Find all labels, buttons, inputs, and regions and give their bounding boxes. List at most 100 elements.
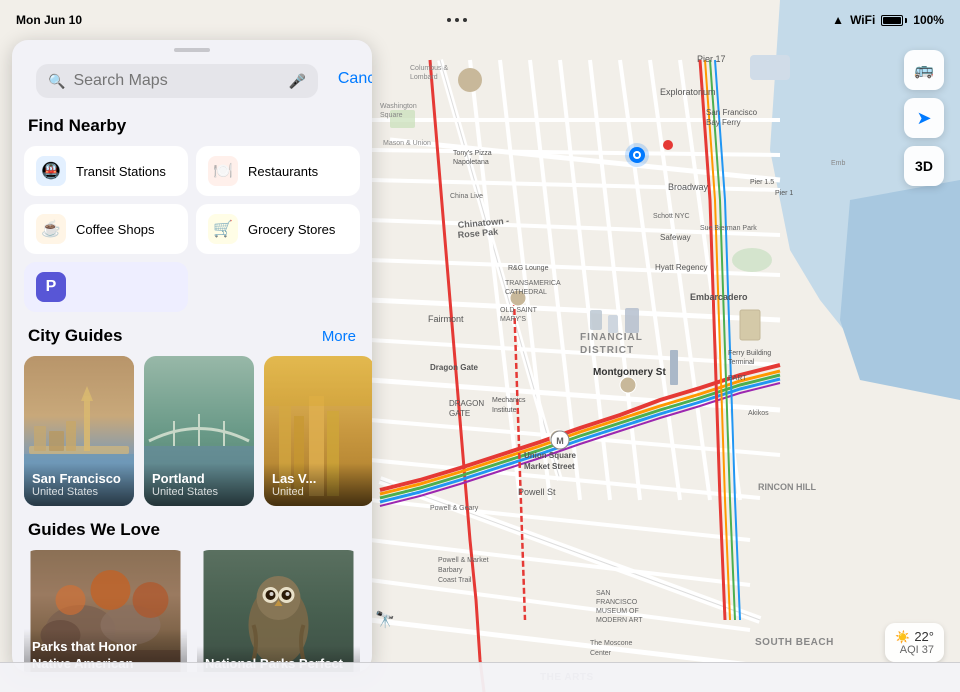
svg-text:Mechanics: Mechanics <box>492 397 526 404</box>
svg-text:Square: Square <box>380 112 403 119</box>
city-sf-overlay: San Francisco United States <box>24 463 134 506</box>
guides-we-love-section: Parks that Honor Native American History <box>12 550 372 672</box>
nearby-coffee[interactable]: ☕ Coffee Shops <box>24 204 188 254</box>
coffee-nearby-icon: ☕ <box>36 214 66 244</box>
svg-text:🔭: 🔭 <box>375 610 395 629</box>
svg-text:Hyatt Regency: Hyatt Regency <box>655 263 707 272</box>
svg-text:The Moscone: The Moscone <box>590 640 633 647</box>
svg-text:Bay Ferry: Bay Ferry <box>706 118 741 127</box>
search-input[interactable] <box>73 72 280 90</box>
temperature: 22° <box>914 629 934 644</box>
svg-text:Pier 17: Pier 17 <box>697 54 726 64</box>
svg-text:R&G Lounge: R&G Lounge <box>508 265 549 272</box>
svg-text:Washington: Washington <box>380 103 417 110</box>
location-button[interactable]: ➤ <box>904 98 944 138</box>
nearby-transit[interactable]: 🚇 Transit Stations <box>24 146 188 196</box>
city-card-lasvegas[interactable]: Las V... United <box>264 356 372 506</box>
restaurants-label: Restaurants <box>248 164 318 179</box>
city-lv-overlay: Las V... United <box>264 463 372 506</box>
svg-text:SOUTH BEACH: SOUTH BEACH <box>755 637 834 648</box>
status-right: ▲ WiFi 100% <box>832 13 944 27</box>
svg-text:Sue Bierman Park: Sue Bierman Park <box>700 225 757 232</box>
svg-text:Emb: Emb <box>831 160 846 167</box>
svg-text:FINANCIAL: FINANCIAL <box>580 332 643 343</box>
svg-text:Coast Trail: Coast Trail <box>438 577 472 584</box>
coffee-label: Coffee Shops <box>76 222 155 237</box>
svg-text:Lombard: Lombard <box>410 74 438 81</box>
svg-text:DISTRICT: DISTRICT <box>580 345 634 356</box>
love-card-parks[interactable]: Parks that Honor Native American History <box>24 550 187 672</box>
svg-text:Montgomery St: Montgomery St <box>593 367 666 378</box>
grocery-nearby-icon: 🛒 <box>208 214 238 244</box>
city-card-portland[interactable]: Portland United States <box>144 356 254 506</box>
threed-button[interactable]: 3D <box>904 146 944 186</box>
svg-text:Powell & Market: Powell & Market <box>438 557 489 564</box>
svg-text:Institute: Institute <box>492 407 517 414</box>
location-icon: ➤ <box>916 108 931 129</box>
svg-text:DRAGON: DRAGON <box>449 399 484 408</box>
svg-text:M: M <box>556 436 564 446</box>
city-guides-scroll[interactable]: San Francisco United States <box>12 356 372 506</box>
mic-icon[interactable]: 🎤 <box>288 73 305 90</box>
svg-text:GATE: GATE <box>449 409 470 418</box>
svg-text:Fairmont: Fairmont <box>428 314 464 324</box>
svg-text:Embarcadero: Embarcadero <box>690 292 748 302</box>
svg-text:MODERN ART: MODERN ART <box>596 617 643 624</box>
threed-label: 3D <box>915 158 933 174</box>
battery-icon <box>881 15 907 26</box>
svg-text:RINCON HILL: RINCON HILL <box>758 482 816 492</box>
svg-text:Barbary: Barbary <box>438 567 463 574</box>
svg-text:BART: BART <box>728 375 747 382</box>
nearby-restaurants[interactable]: 🍽️ Restaurants <box>196 146 360 196</box>
guides-we-love-header: Guides We Love <box>12 506 372 550</box>
nearby-grocery[interactable]: 🛒 Grocery Stores <box>196 204 360 254</box>
transit-nearby-icon: 🚇 <box>36 156 66 186</box>
status-bar: Mon Jun 10 ▲ WiFi 100% <box>0 8 960 32</box>
city-portland-country: United States <box>152 486 246 498</box>
search-bar[interactable]: 🔍 🎤 <box>36 64 318 98</box>
aqi-label: AQI 37 <box>895 644 934 656</box>
city-sf-country: United States <box>32 486 126 498</box>
weather-badge: ☀️ 22° AQI 37 <box>885 623 944 662</box>
love-grid: Parks that Honor Native American History <box>24 550 360 672</box>
svg-text:TRANSAMERICA: TRANSAMERICA <box>505 280 561 287</box>
transit-icon: 🚌 <box>914 60 934 80</box>
svg-text:OLD SAINT: OLD SAINT <box>500 307 538 314</box>
status-time: Mon Jun 10 <box>16 13 82 27</box>
search-icon: 🔍 <box>48 73 65 90</box>
status-dots <box>447 18 467 22</box>
signal-icon: ▲ <box>832 13 844 27</box>
city-card-sf[interactable]: San Francisco United States <box>24 356 134 506</box>
nearby-grid: 🚇 Transit Stations 🍽️ Restaurants ☕ Coff… <box>12 146 372 312</box>
svg-text:SAN: SAN <box>596 590 610 597</box>
guides-we-love-title: Guides We Love <box>28 520 160 540</box>
svg-text:Schott NYC: Schott NYC <box>653 213 690 220</box>
city-guides-header: City Guides More <box>12 312 372 356</box>
parking-nearby-icon: P <box>36 272 66 302</box>
svg-text:Ferry Building: Ferry Building <box>728 350 771 357</box>
svg-text:Union Square: Union Square <box>524 451 577 460</box>
svg-text:Powell & Geary: Powell & Geary <box>430 505 479 512</box>
cancel-button[interactable]: Cancel <box>338 70 372 88</box>
transit-button[interactable]: 🚌 <box>904 50 944 90</box>
city-lv-country: United <box>272 486 366 498</box>
svg-text:Napoletana: Napoletana <box>453 159 489 166</box>
svg-text:Market Street: Market Street <box>524 462 575 471</box>
restaurants-nearby-icon: 🍽️ <box>208 156 238 186</box>
sun-icon: ☀️ <box>895 630 910 644</box>
svg-text:Akikos: Akikos <box>748 410 769 417</box>
svg-text:Broadway: Broadway <box>668 182 709 192</box>
svg-text:FRANCISCO: FRANCISCO <box>596 599 638 606</box>
panel-content[interactable]: Find Nearby 🚇 Transit Stations 🍽️ Restau… <box>12 102 372 672</box>
svg-text:Powell St: Powell St <box>518 487 556 497</box>
wifi-icon: WiFi <box>850 13 875 27</box>
svg-text:Dragon Gate: Dragon Gate <box>430 363 479 372</box>
love-card-birds[interactable]: National Parks Perfect for Birdwatching <box>197 550 360 672</box>
svg-text:China Live: China Live <box>450 193 483 200</box>
grocery-label: Grocery Stores <box>248 222 335 237</box>
svg-text:Mason & Union: Mason & Union <box>383 140 431 147</box>
city-portland-name: Portland <box>152 471 246 486</box>
more-button[interactable]: More <box>322 328 356 345</box>
nearby-parking[interactable]: P <box>24 262 188 312</box>
svg-text:San Francisco: San Francisco <box>706 108 758 117</box>
